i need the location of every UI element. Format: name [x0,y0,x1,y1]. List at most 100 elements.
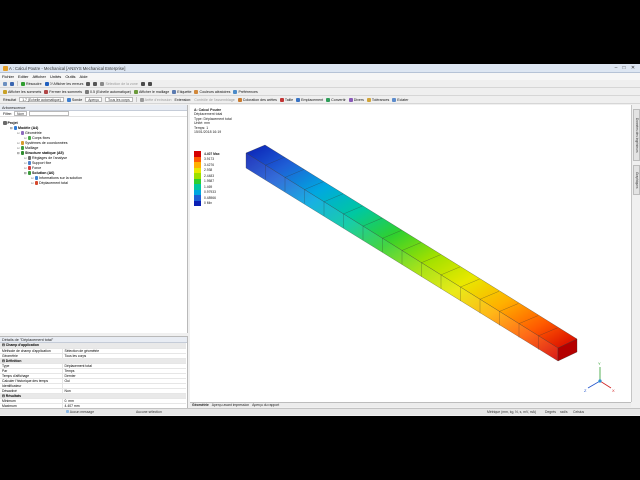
tree-node-label: Structure statique (A5) [25,151,64,155]
tree-node-projet[interactable]: Projet [3,121,18,125]
tree-node-systemes-de-coordonnees[interactable]: ⊟ Systèmes de coordonnées [17,141,68,145]
toolbar-label: Divers [353,97,364,102]
expand-icon[interactable]: ⊟ [17,146,20,150]
close-vertex-icon [44,89,49,94]
model-icon [13,126,18,130]
tree-node-geometrie[interactable]: ⊟ Géométrie [17,131,42,135]
body-icon [27,136,32,140]
pointer-button[interactable] [86,81,91,86]
afficher-les-erreurs-button[interactable]: ?/ Afficher les erreurs [44,81,83,86]
toolbar-label: Couleurs aléatoires [199,89,231,94]
tree-node-deplacement-total[interactable]: ⊟ Déplacement total [31,181,68,185]
tab-graphics[interactable]: Graphiques [633,165,640,195]
tree-node-maillage[interactable]: ⊟ Maillage [17,146,38,150]
rotate-button[interactable] [140,81,145,86]
emplacement-button[interactable]: Emplacement [296,97,324,102]
afficher-les-sommets-button[interactable]: Afficher les sommets [3,89,41,94]
body-dropdown[interactable]: Tous les corps [104,97,133,102]
svg-text:X: X [612,388,615,393]
menu-item-afficher[interactable]: Afficher [30,74,48,79]
menu-item-aide[interactable]: Aide [78,74,90,79]
resoudre-button[interactable]: Résoudre [21,81,42,86]
edge-icon [139,97,144,102]
filter-search-input[interactable] [29,111,70,116]
expand-icon[interactable]: ⊟ [31,176,34,180]
menu-item-outils[interactable]: Outils [63,74,77,79]
extension-button[interactable]: Extension: [175,98,192,102]
tree-node-label: Solution (A6) [32,171,55,175]
toolbar-label: Préférences [238,89,258,94]
expand-icon[interactable]: ⊟ [10,126,13,130]
error-icon [44,81,49,86]
menu-item-unites[interactable]: Unités [48,74,63,79]
menu-item-editer[interactable]: Editer [16,74,30,79]
pan-button[interactable] [147,81,152,86]
assembly-dropdown[interactable]: Aperçu [85,97,102,102]
expand-icon[interactable]: ⊟ [24,136,27,140]
edge-color-icon [237,97,242,102]
expand-icon[interactable]: ⊟ [31,181,34,185]
zoom-button[interactable] [93,81,98,86]
messages-status[interactable]: Aucun message [66,409,94,416]
expand-icon[interactable]: ⊟ [17,141,20,145]
tab-apercu-du-rapport[interactable]: Aperçu du rapport [252,403,279,407]
result-scale-dropdown[interactable]: 1.7 (Echelle automatique) [19,97,64,102]
tab-geometrie[interactable]: Géométrie [192,403,209,407]
tree-node-solution-a6[interactable]: ⊟ Solution (A6) [24,171,54,175]
fermer-les-sommets-button[interactable]: Fermer les sommets [44,89,82,94]
toolbar-label: 0.5 (Echelle automatique) [90,89,131,94]
toolbar-label: Emplacement [301,97,324,102]
tree-node-force[interactable]: ⊟ Force [24,166,41,170]
tree-node-support-fixe[interactable]: ⊟ Support fixe [24,161,51,165]
expand-icon[interactable]: ⊟ [24,156,27,160]
convertir-button[interactable]: Convertir [326,97,346,102]
expand-icon[interactable]: ⊟ [24,161,27,165]
selection-de-la-zone-button[interactable]: Sélection de la zone [100,81,138,86]
main-toolbar: Résoudre ?/ Afficher les erreurs Sélection… [0,80,640,88]
tree-node-label: Modèle (A4) [18,126,39,130]
details-pane: Détails de "Déplacement total" ⊟ Champ d… [0,336,188,409]
tolerances-button[interactable]: Tolérances [366,97,389,102]
menu-item-fichier[interactable]: Fichier [0,74,16,79]
coloration-des-aretes-button[interactable]: Coloration des arêtes [237,97,277,102]
preferences-button[interactable]: Préférences [233,89,258,94]
expand-icon[interactable]: ⊟ [17,151,20,155]
coordinate-icon [20,141,25,145]
divers-button[interactable]: Divers [348,97,364,102]
tree-node-modele-a4[interactable]: ⊟ Modèle (A4) [10,126,38,130]
explode-button[interactable]: Eclater [392,97,408,102]
scale-icon [85,89,90,94]
save-icon[interactable] [10,81,14,86]
filter-row: Filtre: Nom [0,111,187,117]
pointer-icon [86,81,91,86]
etiquette-button[interactable]: Etiquette [172,89,191,94]
arete-d-extrusion-button[interactable]: Arête d'extrusion [139,97,172,102]
size-icon [279,97,284,102]
filter-dropdown[interactable]: Nom [13,111,28,116]
graphics-viewport[interactable]: A: Calcul Poutre Déplacement total Type: D… [190,105,631,402]
tree-node-informations-sur-la-solution[interactable]: ⊟ Informations sur la solution [31,176,82,180]
tree-node-reglages-de-l-analyse[interactable]: ⊟ Réglages de l'analyse [24,156,67,160]
probe-button[interactable]: Sonde [66,97,82,102]
tree-node-label: Réglages de l'analyse [32,156,68,160]
minimize-button[interactable]: – [612,65,620,71]
expand-icon[interactable]: ⊟ [24,171,27,175]
expand-icon[interactable]: ⊟ [24,166,27,170]
toolbar-label: Résoudre [26,81,42,86]
maximize-button[interactable]: □ [620,65,628,71]
afficher-le-maillage-button[interactable]: Afficher le maillage [134,89,169,94]
couleurs-aleatoires-button[interactable]: Couleurs aléatoires [194,89,231,94]
tree-node-label: Support fixe [32,161,52,165]
expand-icon[interactable]: ⊟ [17,131,20,135]
tree-node-corps-fixes[interactable]: ⊟ Corps fixes [24,136,50,140]
new-analysis-icon[interactable] [3,81,7,86]
0-5-echelle-automatique-button[interactable]: 0.5 (Echelle automatique) [85,89,131,94]
beam-model[interactable]: Y Z X [190,105,631,402]
tab-engineering-data[interactable]: Données des Ingénieurs [633,109,640,161]
close-button[interactable]: ✕ [629,65,637,71]
taille-button[interactable]: Taille [279,97,293,102]
tree-node-label: Corps fixes [32,136,50,140]
controle-de-l-assemblage-button[interactable]: Contrôle de l'assemblage [194,98,234,102]
tab-apercu-avant-impression[interactable]: Aperçu avant impression [212,403,249,407]
tree-node-structure-statique-a5[interactable]: ⊟ Structure statique (A5) [17,151,64,155]
